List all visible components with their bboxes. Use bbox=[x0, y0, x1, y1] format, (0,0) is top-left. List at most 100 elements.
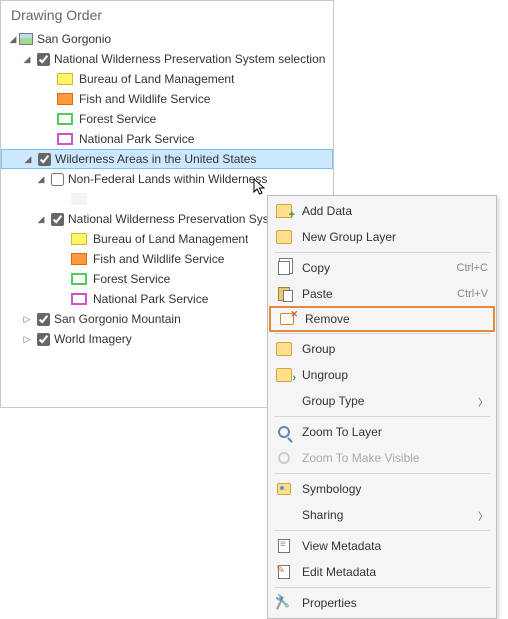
visibility-checkbox[interactable] bbox=[51, 173, 64, 186]
menu-label: Zoom To Layer bbox=[302, 425, 488, 439]
menu-copy[interactable]: Copy Ctrl+C bbox=[268, 255, 496, 281]
legend-swatch bbox=[57, 93, 73, 105]
legend-label: Bureau of Land Management bbox=[79, 72, 234, 86]
menu-symbology[interactable]: Symbology bbox=[268, 476, 496, 502]
menu-label: Edit Metadata bbox=[302, 565, 488, 579]
menu-properties[interactable]: Properties bbox=[268, 590, 496, 616]
menu-paste[interactable]: Paste Ctrl+V bbox=[268, 281, 496, 307]
menu-label: Zoom To Make Visible bbox=[302, 451, 488, 465]
ungroup-icon bbox=[274, 366, 294, 384]
blank-icon bbox=[274, 506, 294, 524]
menu-label: Copy bbox=[302, 261, 457, 275]
menu-separator bbox=[274, 252, 490, 253]
menu-zoom-to-visible: Zoom To Make Visible bbox=[268, 445, 496, 471]
properties-icon bbox=[274, 594, 294, 612]
symbology-icon bbox=[274, 480, 294, 498]
legend-swatch bbox=[71, 233, 87, 245]
legend-swatch bbox=[57, 113, 73, 125]
menu-view-metadata[interactable]: View Metadata bbox=[268, 533, 496, 559]
menu-separator bbox=[274, 530, 490, 531]
menu-new-group-layer[interactable]: New Group Layer bbox=[268, 224, 496, 250]
edit-metadata-icon bbox=[274, 563, 294, 581]
collapse-icon[interactable]: ◢ bbox=[7, 34, 19, 45]
zoom-visible-icon bbox=[274, 449, 294, 467]
legend-row[interactable]: National Park Service bbox=[1, 129, 333, 149]
menu-label: New Group Layer bbox=[302, 230, 488, 244]
menu-label: Group Type bbox=[302, 394, 472, 408]
group-icon bbox=[274, 340, 294, 358]
layer-row[interactable]: ◢ Non-Federal Lands within Wilderness bbox=[1, 169, 333, 189]
menu-label: View Metadata bbox=[302, 539, 488, 553]
submenu-arrow-icon: 〉 bbox=[478, 508, 488, 523]
panel-title: Drawing Order bbox=[1, 1, 333, 27]
map-name: San Gorgonio bbox=[37, 32, 111, 46]
legend-label: Fish and Wildlife Service bbox=[93, 252, 224, 266]
layer-label: National Wilderness Preservation System … bbox=[54, 52, 325, 66]
collapse-icon[interactable]: ◢ bbox=[35, 214, 47, 225]
legend-swatch bbox=[71, 253, 87, 265]
layer-label: Non-Federal Lands within Wilderness bbox=[68, 172, 267, 186]
menu-label: Remove bbox=[305, 312, 485, 326]
zoom-icon bbox=[274, 423, 294, 441]
menu-edit-metadata[interactable]: Edit Metadata bbox=[268, 559, 496, 585]
add-data-icon bbox=[274, 202, 294, 220]
legend-swatch bbox=[57, 133, 73, 145]
menu-label: Properties bbox=[302, 596, 488, 610]
menu-remove[interactable]: Remove bbox=[269, 306, 495, 332]
menu-ungroup[interactable]: Ungroup bbox=[268, 362, 496, 388]
expand-icon[interactable]: ▷ bbox=[21, 334, 33, 345]
group-row[interactable]: ◢ National Wilderness Preservation Syste… bbox=[1, 49, 333, 69]
menu-zoom-to-layer[interactable]: Zoom To Layer bbox=[268, 419, 496, 445]
collapse-icon[interactable]: ◢ bbox=[22, 154, 34, 165]
collapse-icon[interactable]: ◢ bbox=[21, 54, 33, 65]
legend-row[interactable]: Bureau of Land Management bbox=[1, 69, 333, 89]
new-group-icon bbox=[274, 228, 294, 246]
visibility-checkbox[interactable] bbox=[38, 153, 51, 166]
legend-swatch bbox=[71, 293, 87, 305]
group-row-selected[interactable]: ◢ Wilderness Areas in the United States bbox=[1, 149, 333, 169]
submenu-arrow-icon: 〉 bbox=[478, 394, 488, 409]
legend-label: Bureau of Land Management bbox=[93, 232, 248, 246]
menu-separator bbox=[274, 416, 490, 417]
menu-group[interactable]: Group bbox=[268, 336, 496, 362]
menu-shortcut: Ctrl+C bbox=[457, 262, 488, 274]
legend-label: Fish and Wildlife Service bbox=[79, 92, 210, 106]
menu-add-data[interactable]: Add Data bbox=[268, 198, 496, 224]
legend-label: National Park Service bbox=[93, 292, 208, 306]
map-root-row[interactable]: ◢ San Gorgonio bbox=[1, 29, 333, 49]
menu-label: Symbology bbox=[302, 482, 488, 496]
paste-icon bbox=[274, 285, 294, 303]
copy-icon bbox=[274, 259, 294, 277]
menu-label: Add Data bbox=[302, 204, 488, 218]
menu-separator bbox=[274, 587, 490, 588]
remove-icon bbox=[277, 310, 297, 328]
visibility-checkbox[interactable] bbox=[37, 313, 50, 326]
layer-label: Wilderness Areas in the United States bbox=[55, 152, 256, 166]
legend-label: National Park Service bbox=[79, 132, 194, 146]
menu-label: Paste bbox=[302, 287, 457, 301]
menu-sharing[interactable]: Sharing 〉 bbox=[268, 502, 496, 528]
menu-group-type[interactable]: Group Type 〉 bbox=[268, 388, 496, 414]
expand-icon[interactable]: ▷ bbox=[21, 314, 33, 325]
visibility-checkbox[interactable] bbox=[51, 213, 64, 226]
view-metadata-icon bbox=[274, 537, 294, 555]
legend-row[interactable]: Forest Service bbox=[1, 109, 333, 129]
menu-shortcut: Ctrl+V bbox=[457, 288, 488, 300]
visibility-checkbox[interactable] bbox=[37, 53, 50, 66]
menu-separator bbox=[274, 333, 490, 334]
visibility-checkbox[interactable] bbox=[37, 333, 50, 346]
context-menu: Add Data New Group Layer Copy Ctrl+C Pas… bbox=[267, 195, 497, 619]
menu-label: Group bbox=[302, 342, 488, 356]
menu-label: Sharing bbox=[302, 508, 472, 522]
collapse-icon[interactable]: ◢ bbox=[35, 174, 47, 185]
map-icon bbox=[19, 33, 33, 45]
layer-label: San Gorgonio Mountain bbox=[54, 312, 181, 326]
layer-label: World Imagery bbox=[54, 332, 132, 346]
legend-label: Forest Service bbox=[93, 272, 170, 286]
legend-row[interactable]: Fish and Wildlife Service bbox=[1, 89, 333, 109]
blank-icon bbox=[274, 392, 294, 410]
legend-swatch bbox=[71, 273, 87, 285]
legend-label: Forest Service bbox=[79, 112, 156, 126]
layer-label: National Wilderness Preservation System bbox=[68, 212, 289, 226]
legend-swatch bbox=[71, 193, 87, 205]
